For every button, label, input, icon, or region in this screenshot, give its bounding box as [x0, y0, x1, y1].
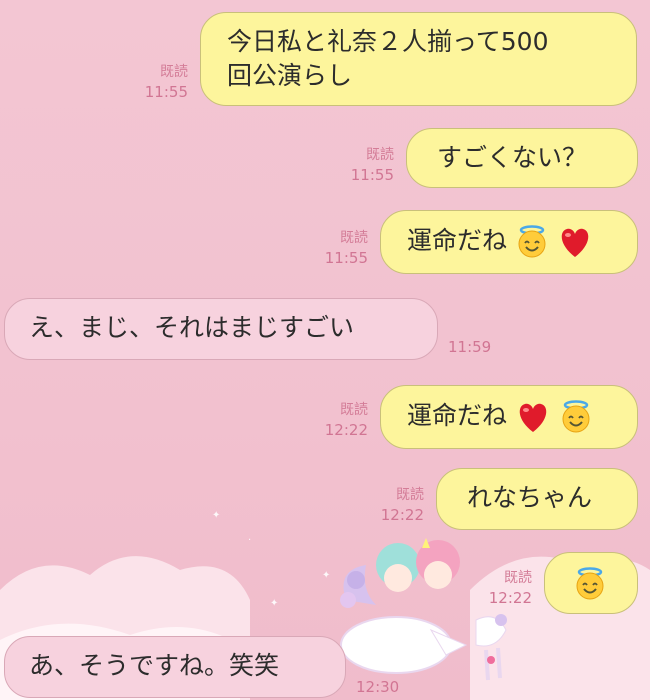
- message-bubble-outgoing[interactable]: 今日私と礼奈２人揃って500 回公演らし: [200, 12, 637, 106]
- message-meta: 既読 11:55: [310, 228, 368, 268]
- timestamp: 12:22: [324, 421, 368, 439]
- message-text: 運命だね: [407, 401, 508, 430]
- message-bubble-outgoing[interactable]: 運命だね: [380, 210, 638, 274]
- message-meta: 既読 12:22: [310, 400, 368, 440]
- timestamp: 11:55: [144, 83, 188, 101]
- message-bubble-incoming[interactable]: え、まじ、それはまじすごい: [4, 298, 438, 360]
- sparkle-icon: ·: [248, 535, 252, 546]
- read-receipt: 既読: [366, 147, 394, 163]
- message-bubble-outgoing[interactable]: すごくない？: [406, 128, 638, 188]
- read-receipt: 既読: [504, 570, 532, 586]
- message-bubble-incoming[interactable]: あ、そうですね。笑笑: [4, 636, 346, 698]
- timestamp: 11:55: [350, 166, 394, 184]
- message-text: れなちゃん: [467, 483, 593, 512]
- timestamp: 11:55: [324, 249, 368, 267]
- timestamp: 11:59: [448, 338, 492, 356]
- message-bubble-outgoing[interactable]: 運命だね: [380, 385, 638, 449]
- heart-emoji-icon: [519, 403, 547, 432]
- message-meta: 既読 12:22: [474, 568, 532, 608]
- read-receipt: 既読: [340, 402, 368, 418]
- timestamp: 12:30: [356, 678, 400, 696]
- message-text: すごくない？: [437, 143, 588, 172]
- message-text: 今日私と礼奈２人揃って500: [227, 27, 549, 56]
- read-receipt: 既読: [160, 64, 188, 80]
- heart-emoji-icon: [561, 228, 589, 257]
- message-meta: 既読 11:55: [336, 145, 394, 185]
- read-receipt: 既読: [340, 230, 368, 246]
- message-text: 回公演らし: [227, 61, 353, 90]
- halo-smile-emoji-icon: [518, 225, 546, 258]
- halo-smile-emoji-icon: [562, 400, 590, 433]
- halo-smile-emoji-icon: [576, 567, 604, 600]
- message-text: え、まじ、それはまじすごい: [29, 313, 355, 342]
- message-text: 運命だね: [407, 226, 508, 255]
- message-bubble-outgoing[interactable]: れなちゃん: [436, 468, 638, 530]
- sparkle-icon: ✦: [270, 598, 279, 609]
- message-text: あ、そうですね。笑笑: [29, 651, 280, 680]
- read-receipt: 既読: [396, 487, 424, 503]
- message-bubble-outgoing[interactable]: [544, 552, 638, 614]
- sparkle-icon: ✦: [212, 510, 221, 521]
- timestamp: 12:22: [380, 506, 424, 524]
- message-meta: 既読 12:22: [366, 485, 424, 525]
- character-illustration: [340, 538, 507, 681]
- timestamp: 12:22: [488, 589, 532, 607]
- message-meta: 既読 11:55: [130, 62, 188, 102]
